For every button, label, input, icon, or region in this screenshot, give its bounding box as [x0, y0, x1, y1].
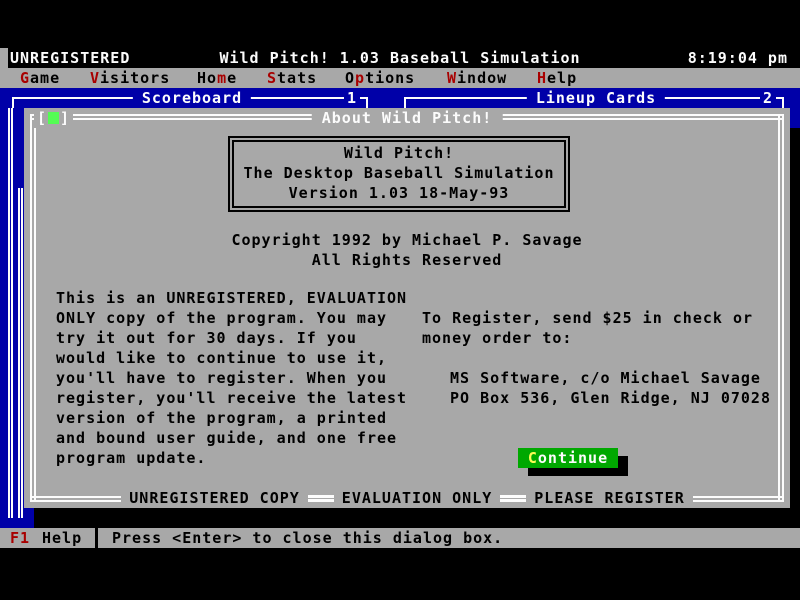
button-hotkey-letter: C	[528, 449, 538, 467]
footer-evaluation: EVALUATION ONLY	[334, 488, 500, 508]
address-line: PO Box 536, Glen Ridge, NJ 07028	[450, 388, 790, 408]
text-line: This is an UNREGISTERED, EVALUATION	[56, 288, 426, 308]
text-line: money order to:	[422, 328, 782, 348]
desktop: UNREGISTERED Wild Pitch! 1.03 Baseball S…	[0, 48, 800, 548]
menu-stats[interactable]: Stats	[267, 68, 317, 88]
hotkey-letter: p	[355, 69, 365, 87]
app-title: Wild Pitch! 1.03 Baseball Simulation	[0, 48, 800, 68]
text-line: and bound user guide, and one free	[56, 428, 426, 448]
dialog-border-left	[30, 114, 36, 502]
menu-bar: Game Visitors Home Stats Options Window …	[0, 68, 800, 88]
footer-register: PLEASE REGISTER	[526, 488, 692, 508]
hotkey-letter: m	[217, 69, 227, 87]
background-window-border	[8, 108, 13, 518]
text-line: would like to continue to use it,	[56, 348, 426, 368]
window-corner	[782, 97, 784, 108]
continue-button[interactable]: Continue	[518, 448, 618, 468]
footer-divider-line	[308, 495, 334, 501]
text-line: version of the program, a printed	[56, 408, 426, 428]
hotkey-letter: G	[20, 69, 30, 87]
dialog-footer: UNREGISTERED COPY EVALUATION ONLY PLEASE…	[24, 488, 790, 508]
window-title-lineup-cards: Lineup Cards	[527, 88, 665, 108]
menu-visitors[interactable]: Visitors	[90, 68, 170, 88]
menu-window[interactable]: Window	[447, 68, 507, 88]
register-instructions: To Register, send $25 in check or money …	[422, 308, 782, 348]
window-corner	[12, 97, 14, 108]
window-number: 2	[760, 88, 776, 108]
dialog-title: About Wild Pitch!	[312, 108, 503, 128]
close-box-icon	[48, 112, 59, 124]
background-window-border	[18, 188, 23, 518]
text-line: try it out for 30 days. If you	[56, 328, 426, 348]
program-version: Version 1.03 18-May-93	[230, 183, 568, 203]
menu-game[interactable]: Game	[20, 68, 60, 88]
dialog-close-button[interactable]: []	[34, 108, 73, 128]
window-titlebar-scoreboard[interactable]: Scoreboard 1	[8, 88, 376, 108]
menu-home[interactable]: Home	[197, 68, 237, 88]
f1-help-label[interactable]: Help	[42, 528, 82, 548]
menu-options[interactable]: Options	[345, 68, 415, 88]
text-line: register, you'll receive the latest	[56, 388, 426, 408]
app-titlebar: UNREGISTERED Wild Pitch! 1.03 Baseball S…	[0, 48, 800, 68]
f1-help-key[interactable]: F1	[10, 528, 30, 548]
hotkey-letter: S	[267, 69, 277, 87]
program-name: Wild Pitch!	[230, 143, 568, 163]
window-title-scoreboard: Scoreboard	[133, 88, 251, 108]
text-line: program update.	[56, 448, 426, 468]
hotkey-letter: V	[90, 69, 100, 87]
about-dialog: [] About Wild Pitch! Wild Pitch! The Des…	[24, 108, 790, 508]
text-line: ONLY copy of the program. You may	[56, 308, 426, 328]
rights-line: All Rights Reserved	[24, 250, 790, 270]
copyright-block: Copyright 1992 by Michael P. Savage All …	[24, 230, 790, 270]
footer-divider-line	[500, 495, 526, 501]
window-corner	[404, 97, 406, 108]
menu-help[interactable]: Help	[537, 68, 577, 88]
text-line: you'll have to register. When you	[56, 368, 426, 388]
program-info-box: Wild Pitch! The Desktop Baseball Simulat…	[228, 136, 570, 212]
hotkey-letter: W	[447, 69, 457, 87]
dialog-shadow-bottom	[34, 508, 800, 528]
dos-screen: UNREGISTERED Wild Pitch! 1.03 Baseball S…	[0, 0, 800, 600]
clock: 8:19:04 pm	[688, 48, 788, 68]
status-bar: F1 Help Press <Enter> to close this dial…	[0, 528, 800, 548]
dialog-shadow-right	[790, 128, 800, 528]
text-line: To Register, send $25 in check or	[422, 308, 782, 328]
window-number: 1	[344, 88, 360, 108]
hotkey-letter: H	[537, 69, 547, 87]
footer-unregistered: UNREGISTERED COPY	[121, 488, 308, 508]
evaluation-text: This is an UNREGISTERED, EVALUATION ONLY…	[56, 288, 426, 468]
window-titlebar-lineup-cards[interactable]: Lineup Cards 2	[400, 88, 792, 108]
program-subtitle: The Desktop Baseball Simulation	[230, 163, 568, 183]
copyright-line: Copyright 1992 by Michael P. Savage	[24, 230, 790, 250]
status-divider	[95, 528, 98, 548]
window-corner	[366, 97, 368, 108]
address-line: MS Software, c/o Michael Savage	[450, 368, 790, 388]
status-message: Press <Enter> to close this dialog box.	[112, 528, 503, 548]
register-address: MS Software, c/o Michael Savage PO Box 5…	[450, 368, 790, 408]
